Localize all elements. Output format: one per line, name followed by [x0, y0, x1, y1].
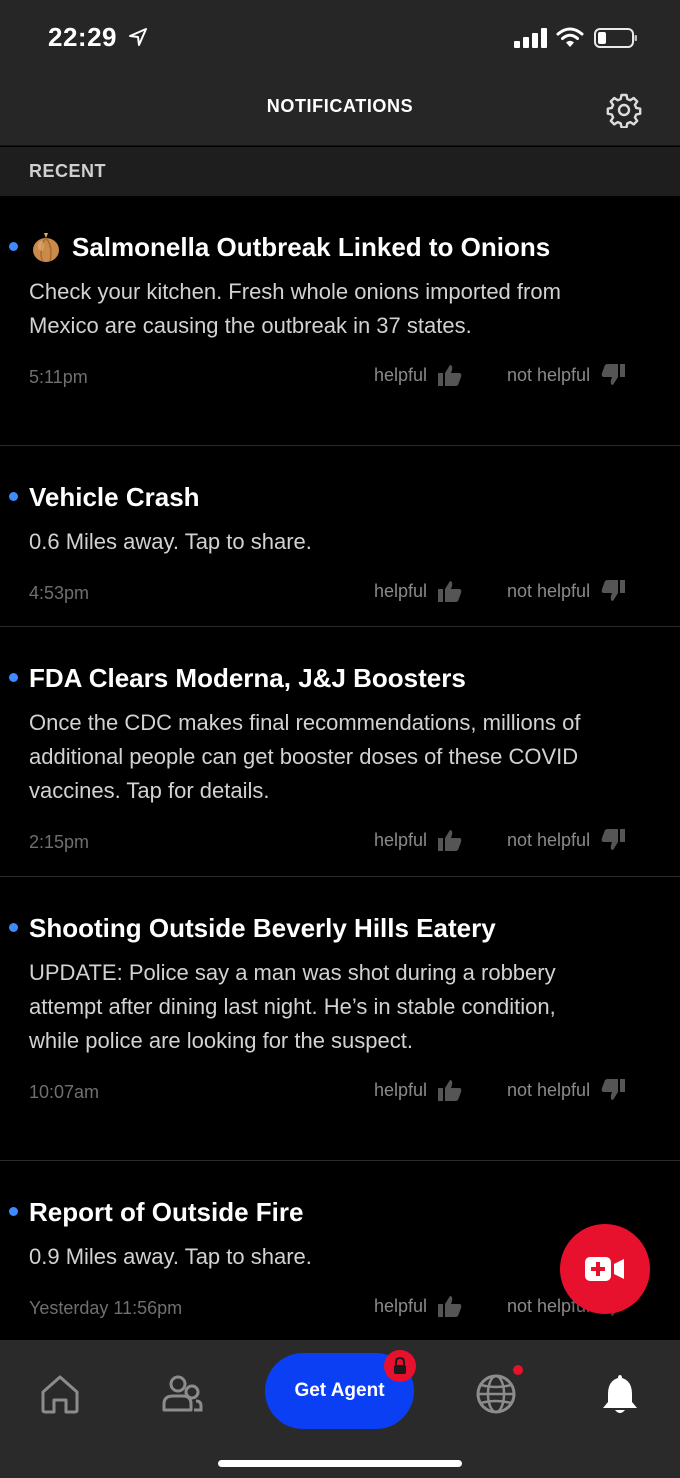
helpful-label: helpful: [374, 1079, 428, 1100]
not-helpful-label: not helpful: [507, 1079, 591, 1100]
thumbs-down-icon: [601, 580, 626, 601]
helpful-label: helpful: [374, 829, 428, 850]
bottom-tab-bar: Get Agent: [0, 1340, 680, 1478]
notification-title: Salmonella Outbreak Linked to Onions: [72, 231, 551, 262]
notification-title: FDA Clears Moderna, J&J Boosters: [29, 662, 466, 693]
navigation-header: NOTIFICATIONS: [0, 80, 680, 146]
notification-time: 4:53pm: [29, 583, 90, 603]
cellular-signal-icon: [514, 28, 547, 48]
notification-list[interactable]: Salmonella Outbreak Linked to Onions Che…: [0, 196, 680, 1340]
thumbs-up-icon: [438, 1296, 462, 1317]
notification-time: 5:11pm: [29, 367, 88, 387]
home-icon[interactable]: [36, 1370, 84, 1418]
notification-dot: [513, 1365, 523, 1375]
notification-body: Once the CDC makes final recommendations…: [29, 710, 581, 803]
section-header-recent: RECENT: [0, 147, 680, 196]
not-helpful-button[interactable]: not helpful: [507, 828, 626, 852]
notification-item[interactable]: Shooting Outside Beverly Hills Eatery UP…: [0, 877, 680, 1161]
people-icon[interactable]: [158, 1370, 206, 1418]
onion-icon: [33, 233, 59, 262]
notification-time: 2:15pm: [29, 832, 90, 852]
unread-dot: [9, 923, 18, 932]
helpful-button[interactable]: helpful: [374, 1294, 463, 1318]
thumbs-down-icon: [601, 1079, 626, 1100]
notification-body: Check your kitchen. Fresh whole onions i…: [29, 279, 561, 338]
not-helpful-label: not helpful: [507, 364, 591, 385]
notification-item[interactable]: Vehicle Crash 0.6 Miles away. Tap to sha…: [0, 446, 680, 627]
notification-title: Vehicle Crash: [29, 481, 200, 512]
not-helpful-button[interactable]: not helpful: [507, 1078, 626, 1102]
notification-title: Shooting Outside Beverly Hills Eatery: [29, 912, 496, 943]
not-helpful-button[interactable]: not helpful: [507, 579, 626, 603]
notification-body: 0.9 Miles away. Tap to share.: [29, 1244, 312, 1269]
record-video-button[interactable]: [560, 1224, 650, 1314]
helpful-button[interactable]: helpful: [374, 828, 463, 852]
wifi-icon: [556, 27, 584, 47]
video-plus-icon: [585, 1257, 624, 1281]
page-title: NOTIFICATIONS: [266, 96, 414, 116]
lock-badge: [384, 1350, 416, 1382]
unread-dot: [9, 242, 18, 251]
helpful-button[interactable]: helpful: [374, 579, 463, 603]
notification-time: Yesterday 11:56pm: [29, 1298, 183, 1318]
notification-item[interactable]: FDA Clears Moderna, J&J Boosters Once th…: [0, 627, 680, 877]
helpful-label: helpful: [374, 580, 428, 601]
notification-item[interactable]: Salmonella Outbreak Linked to Onions Che…: [0, 196, 680, 446]
unread-dot: [9, 492, 18, 501]
section-title: RECENT: [29, 161, 107, 181]
not-helpful-button[interactable]: not helpful: [507, 363, 626, 387]
globe-icon[interactable]: [472, 1370, 520, 1418]
notification-body: UPDATE: Police say a man was shot during…: [29, 960, 556, 1053]
unread-dot: [9, 1207, 18, 1216]
status-time: 22:29: [48, 22, 117, 52]
thumbs-down-icon: [601, 829, 626, 850]
not-helpful-label: not helpful: [507, 829, 591, 850]
helpful-label: helpful: [374, 1295, 428, 1316]
gear-icon[interactable]: [606, 92, 642, 128]
thumbs-up-icon: [438, 365, 462, 386]
helpful-button[interactable]: helpful: [374, 363, 463, 387]
bell-icon[interactable]: [596, 1370, 644, 1418]
thumbs-down-icon: [601, 364, 626, 385]
notification-title: Report of Outside Fire: [29, 1196, 304, 1227]
status-bar: 22:29: [0, 0, 680, 80]
thumbs-up-icon: [438, 1080, 462, 1101]
home-indicator: [218, 1460, 462, 1467]
not-helpful-label: not helpful: [507, 580, 591, 601]
location-arrow-icon: [129, 28, 147, 46]
lock-icon: [394, 1357, 406, 1374]
notification-body: 0.6 Miles away. Tap to share.: [29, 529, 312, 554]
thumbs-up-icon: [438, 830, 462, 851]
unread-dot: [9, 673, 18, 682]
thumbs-up-icon: [438, 581, 462, 602]
helpful-button[interactable]: helpful: [374, 1078, 463, 1102]
notification-time: 10:07am: [29, 1082, 100, 1102]
battery-icon: [594, 28, 637, 48]
helpful-label: helpful: [374, 364, 428, 385]
